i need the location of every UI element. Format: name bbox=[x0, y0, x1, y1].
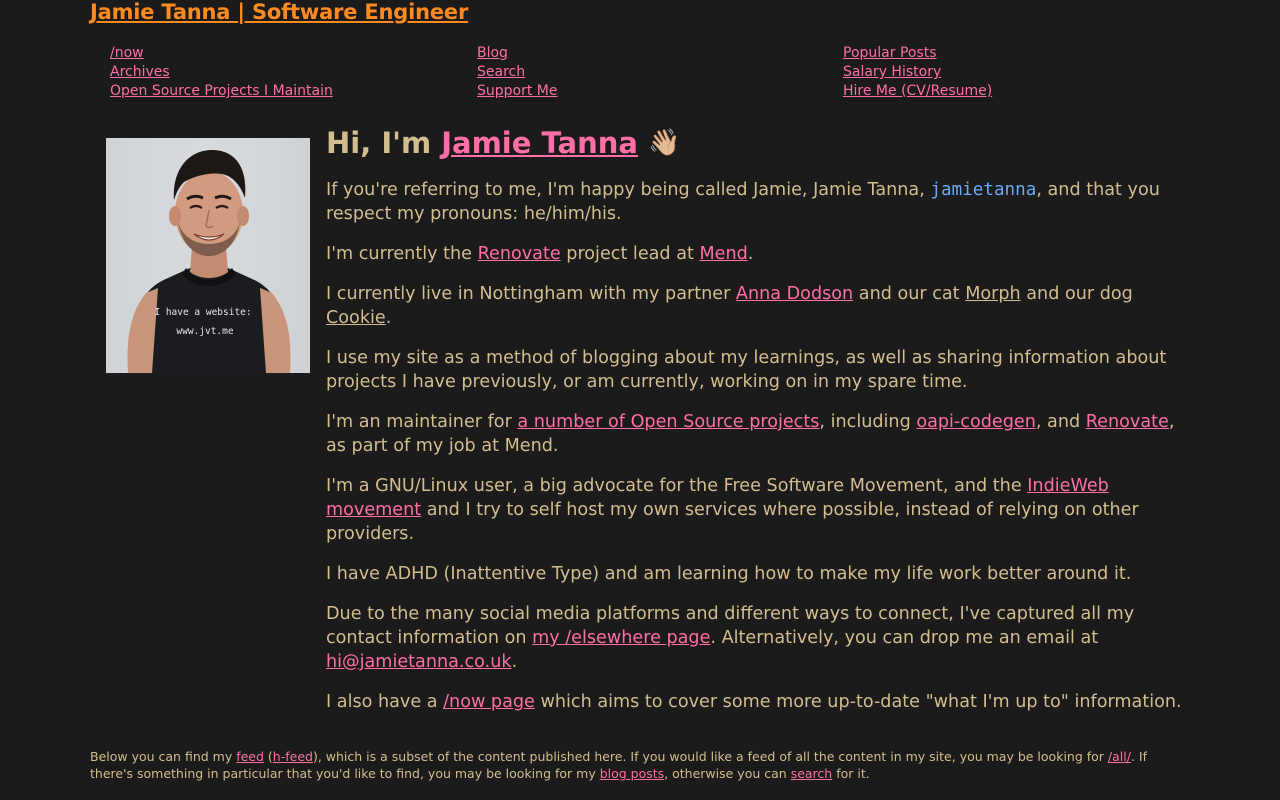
text: . bbox=[511, 652, 518, 672]
anna-dodson-link[interactable]: Anna Dodson bbox=[736, 284, 853, 304]
text: ( bbox=[263, 749, 273, 764]
intro-content: Hi, I'm Jamie Tanna 👋🏼 If you're referri… bbox=[326, 124, 1186, 730]
name-link[interactable]: Jamie Tanna bbox=[441, 124, 638, 162]
nav-link-support-me[interactable]: Support Me bbox=[477, 82, 558, 101]
text: Below you can find my bbox=[90, 749, 237, 764]
all-feed-link[interactable]: /all/ bbox=[1108, 749, 1131, 764]
text: I currently live in Nottingham with my p… bbox=[326, 284, 736, 304]
feed-description: Below you can find my feed (h-feed), whi… bbox=[90, 748, 1190, 782]
handle-code: jamietanna bbox=[930, 180, 1037, 200]
greeting-prefix: Hi, I'm bbox=[326, 126, 432, 160]
text: project lead at bbox=[560, 244, 700, 264]
nav-link-open-source-projects[interactable]: Open Source Projects I Maintain bbox=[110, 82, 333, 101]
intro-paragraph-blogging: I use my site as a method of blogging ab… bbox=[326, 346, 1186, 394]
cookie-link[interactable]: Cookie bbox=[326, 308, 386, 328]
intro-paragraph-gnu-linux: I'm a GNU/Linux user, a big advocate for… bbox=[326, 474, 1186, 546]
shirt-text-line-1: I have a website: bbox=[154, 307, 251, 318]
text: . bbox=[747, 244, 754, 264]
text: I use my site as a method of blogging ab… bbox=[326, 348, 1167, 392]
intro-paragraph-home: I currently live in Nottingham with my p… bbox=[326, 282, 1186, 330]
intro-paragraph-adhd: I have ADHD (Inattentive Type) and am le… bbox=[326, 562, 1186, 586]
search-link[interactable]: search bbox=[791, 766, 833, 781]
text: I'm currently the bbox=[326, 244, 478, 264]
text: , including bbox=[819, 412, 917, 432]
greeting-heading: Hi, I'm Jamie Tanna 👋🏼 bbox=[326, 124, 1186, 162]
nav-column-2: Blog Search Support Me bbox=[477, 44, 558, 101]
text: I also have a bbox=[326, 692, 444, 712]
renovate-project-link[interactable]: Renovate bbox=[1086, 412, 1169, 432]
intro-paragraph-now: I also have a /now page which aims to co… bbox=[326, 690, 1186, 714]
intro-paragraph-job: I'm currently the Renovate project lead … bbox=[326, 242, 1186, 266]
text: I'm a GNU/Linux user, a big advocate for… bbox=[326, 476, 1028, 496]
nav-link-search[interactable]: Search bbox=[477, 63, 558, 82]
waving-hand-icon: 👋🏼 bbox=[647, 128, 681, 158]
text: which aims to cover some more up-to-date… bbox=[534, 692, 1182, 712]
mend-link[interactable]: Mend bbox=[699, 244, 747, 264]
intro-paragraph-pronouns: If you're referring to me, I'm happy bei… bbox=[326, 178, 1186, 226]
feed-link[interactable]: feed bbox=[236, 749, 264, 764]
nav-link-hire-me[interactable]: Hire Me (CV/Resume) bbox=[843, 82, 992, 101]
oapi-codegen-link[interactable]: oapi-codegen bbox=[916, 412, 1036, 432]
nav-link-salary-history[interactable]: Salary History bbox=[843, 63, 992, 82]
nav-column-3: Popular Posts Salary History Hire Me (CV… bbox=[843, 44, 992, 101]
text: I have ADHD (Inattentive Type) and am le… bbox=[326, 564, 1132, 584]
open-source-projects-link[interactable]: a number of Open Source projects bbox=[517, 412, 819, 432]
blog-posts-link[interactable]: blog posts bbox=[600, 766, 664, 781]
email-link[interactable]: hi@jamietanna.co.uk bbox=[326, 652, 512, 672]
text: . Alternatively, you can drop me an emai… bbox=[710, 628, 1099, 648]
profile-photo: I have a website: www.jvt.me bbox=[106, 138, 310, 373]
site-title-link[interactable]: Jamie Tanna | Software Engineer bbox=[90, 0, 468, 24]
renovate-link[interactable]: Renovate bbox=[478, 244, 561, 264]
profile-photo-illustration: I have a website: www.jvt.me bbox=[106, 138, 310, 373]
nav-link-now[interactable]: /now bbox=[110, 44, 333, 63]
text: for it. bbox=[832, 766, 870, 781]
text: and I try to self host my own services w… bbox=[326, 500, 1139, 544]
text: , otherwise you can bbox=[664, 766, 791, 781]
elsewhere-page-link[interactable]: my /elsewhere page bbox=[532, 628, 710, 648]
morph-link[interactable]: Morph bbox=[965, 284, 1021, 304]
intro-paragraph-contact: Due to the many social media platforms a… bbox=[326, 602, 1186, 674]
text: , and bbox=[1035, 412, 1086, 432]
shirt-text-line-2: www.jvt.me bbox=[176, 326, 233, 337]
h-feed-link[interactable]: h-feed bbox=[273, 749, 313, 764]
text: If you're referring to me, I'm happy bei… bbox=[326, 180, 931, 200]
text: ), which is a subset of the content publ… bbox=[312, 749, 1108, 764]
nav-link-popular-posts[interactable]: Popular Posts bbox=[843, 44, 992, 63]
text: and our dog bbox=[1020, 284, 1133, 304]
now-page-link[interactable]: /now page bbox=[443, 692, 535, 712]
text: . bbox=[385, 308, 392, 328]
nav-column-1: /now Archives Open Source Projects I Mai… bbox=[110, 44, 333, 101]
text: I'm an maintainer for bbox=[326, 412, 518, 432]
text: and our cat bbox=[853, 284, 966, 304]
nav-link-blog[interactable]: Blog bbox=[477, 44, 558, 63]
nav-link-archives[interactable]: Archives bbox=[110, 63, 333, 82]
page: Jamie Tanna | Software Engineer /now Arc… bbox=[0, 0, 1280, 800]
intro-paragraph-maintainer: I'm an maintainer for a number of Open S… bbox=[326, 410, 1186, 458]
